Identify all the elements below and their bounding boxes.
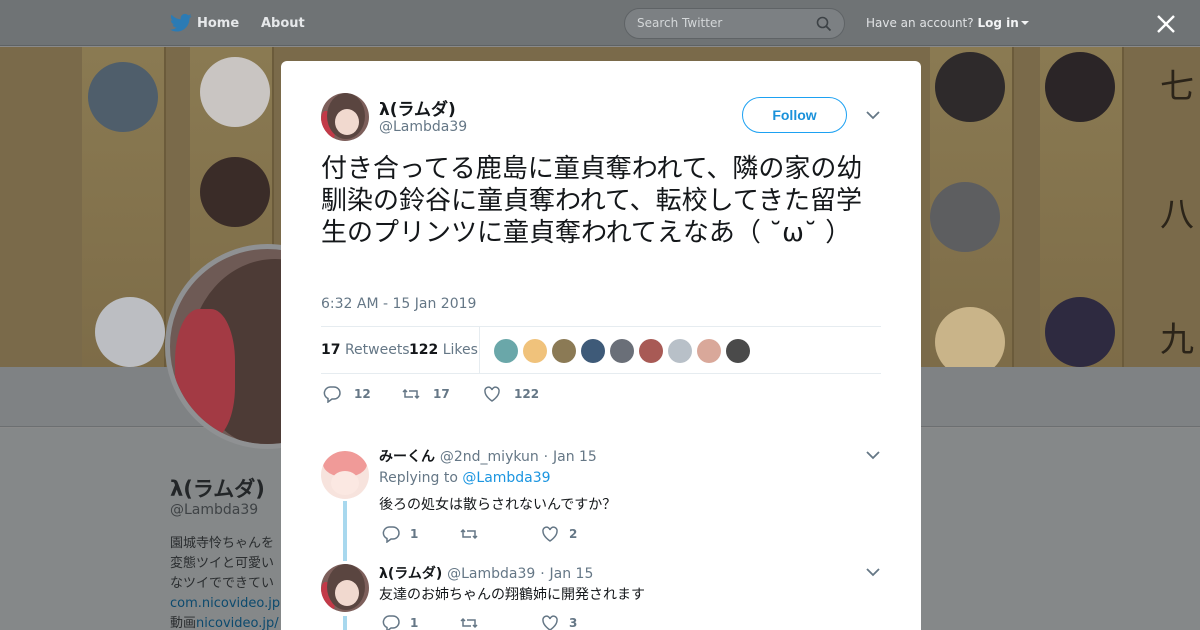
reply-avatar[interactable] bbox=[321, 564, 369, 612]
reply-avatar[interactable] bbox=[321, 451, 369, 499]
reply-count: 12 bbox=[354, 387, 371, 401]
twitter-bird-icon[interactable] bbox=[170, 13, 192, 33]
profile-link[interactable]: nicovideo.jp/ bbox=[196, 616, 279, 630]
tweet-timestamp[interactable]: 6:32 AM - 15 Jan 2019 bbox=[321, 296, 476, 312]
nav-home-link[interactable]: Home bbox=[197, 16, 239, 31]
heart-icon bbox=[542, 526, 558, 542]
avatar[interactable] bbox=[726, 339, 750, 363]
retweet-icon bbox=[460, 528, 478, 540]
banner-kanji: 七 bbox=[1160, 67, 1194, 107]
retweet-icon bbox=[460, 617, 478, 629]
retweet-count: 17 bbox=[433, 387, 450, 401]
avatar[interactable] bbox=[610, 339, 634, 363]
author-handle[interactable]: @Lambda39 bbox=[379, 119, 467, 135]
reply-author[interactable]: みーくん @2nd_miykun · Jan 15 bbox=[379, 446, 597, 466]
tweet-modal: λ(ラムダ) @Lambda39 Follow 付き合ってる鹿島に童貞奪われて、… bbox=[281, 61, 921, 630]
like-count: 122 bbox=[514, 387, 540, 401]
tweet-stats: 17 Retweets 122 Likes bbox=[321, 326, 881, 374]
chevron-down-icon[interactable] bbox=[866, 451, 880, 460]
login-link[interactable]: Log in bbox=[977, 16, 1018, 30]
search-icon[interactable] bbox=[816, 16, 832, 32]
profile-name: λ(ラムダ) bbox=[170, 477, 265, 501]
avatar[interactable] bbox=[494, 339, 518, 363]
reply-icon bbox=[382, 615, 400, 630]
avatar[interactable] bbox=[668, 339, 692, 363]
replying-to: Replying to @Lambda39 bbox=[379, 470, 551, 486]
avatar[interactable] bbox=[552, 339, 576, 363]
follow-button[interactable]: Follow bbox=[742, 97, 847, 133]
avatar[interactable] bbox=[523, 339, 547, 363]
account-menu[interactable]: Have an account? Log in bbox=[866, 16, 1029, 30]
close-icon[interactable] bbox=[1155, 13, 1177, 35]
retweets-stat[interactable]: 17 Retweets bbox=[321, 342, 410, 358]
author-avatar[interactable] bbox=[321, 93, 369, 141]
nav-about-link[interactable]: About bbox=[261, 16, 305, 31]
reply-text: 後ろの処女は散らされないんですか？ bbox=[379, 497, 617, 513]
top-navigation-bar: Home About Search Twitter Have an accoun… bbox=[0, 0, 1200, 46]
tweet-text: 付き合ってる鹿島に童貞奪われて、隣の家の幼馴染の鈴谷に童貞奪われて、転校してきた… bbox=[321, 154, 863, 248]
banner-kanji: 九 bbox=[1160, 320, 1194, 360]
chevron-down-icon bbox=[1020, 21, 1029, 25]
search-placeholder: Search Twitter bbox=[637, 16, 723, 30]
author-name[interactable]: λ(ラムダ) bbox=[379, 95, 456, 120]
tweet-actions: 12 17 122 bbox=[321, 379, 721, 409]
avatar[interactable] bbox=[639, 339, 663, 363]
thread-line bbox=[343, 501, 347, 561]
search-input[interactable]: Search Twitter bbox=[624, 8, 845, 39]
avatar[interactable] bbox=[697, 339, 721, 363]
mention-link[interactable]: @Lambda39 bbox=[462, 470, 550, 486]
reply-icon bbox=[382, 526, 400, 543]
account-prompt: Have an account? bbox=[866, 16, 974, 30]
retweet-icon bbox=[402, 388, 420, 400]
reply-author[interactable]: λ(ラムダ) @Lambda39 · Jan 15 bbox=[379, 563, 593, 583]
banner-kanji: 八 bbox=[1160, 195, 1194, 235]
likes-stat[interactable]: 122 Likes bbox=[409, 342, 478, 358]
thread-line bbox=[343, 616, 347, 630]
chevron-down-icon[interactable] bbox=[866, 568, 880, 577]
reply-text: 友達のお姉ちゃんの翔鶴姉に開発されます bbox=[379, 587, 645, 603]
profile-handle: @Lambda39 bbox=[170, 502, 259, 518]
profile-link[interactable]: com.nicovideo.jp/c bbox=[170, 596, 280, 611]
chevron-down-icon[interactable] bbox=[866, 111, 880, 120]
heart-icon bbox=[542, 615, 558, 630]
reply-icon bbox=[323, 386, 341, 403]
avatar[interactable] bbox=[581, 339, 605, 363]
profile-bio: 園城寺怜ちゃんを 変態ツイと可愛い なツイでできてい com.nicovideo… bbox=[170, 534, 280, 630]
heart-icon bbox=[484, 386, 500, 402]
